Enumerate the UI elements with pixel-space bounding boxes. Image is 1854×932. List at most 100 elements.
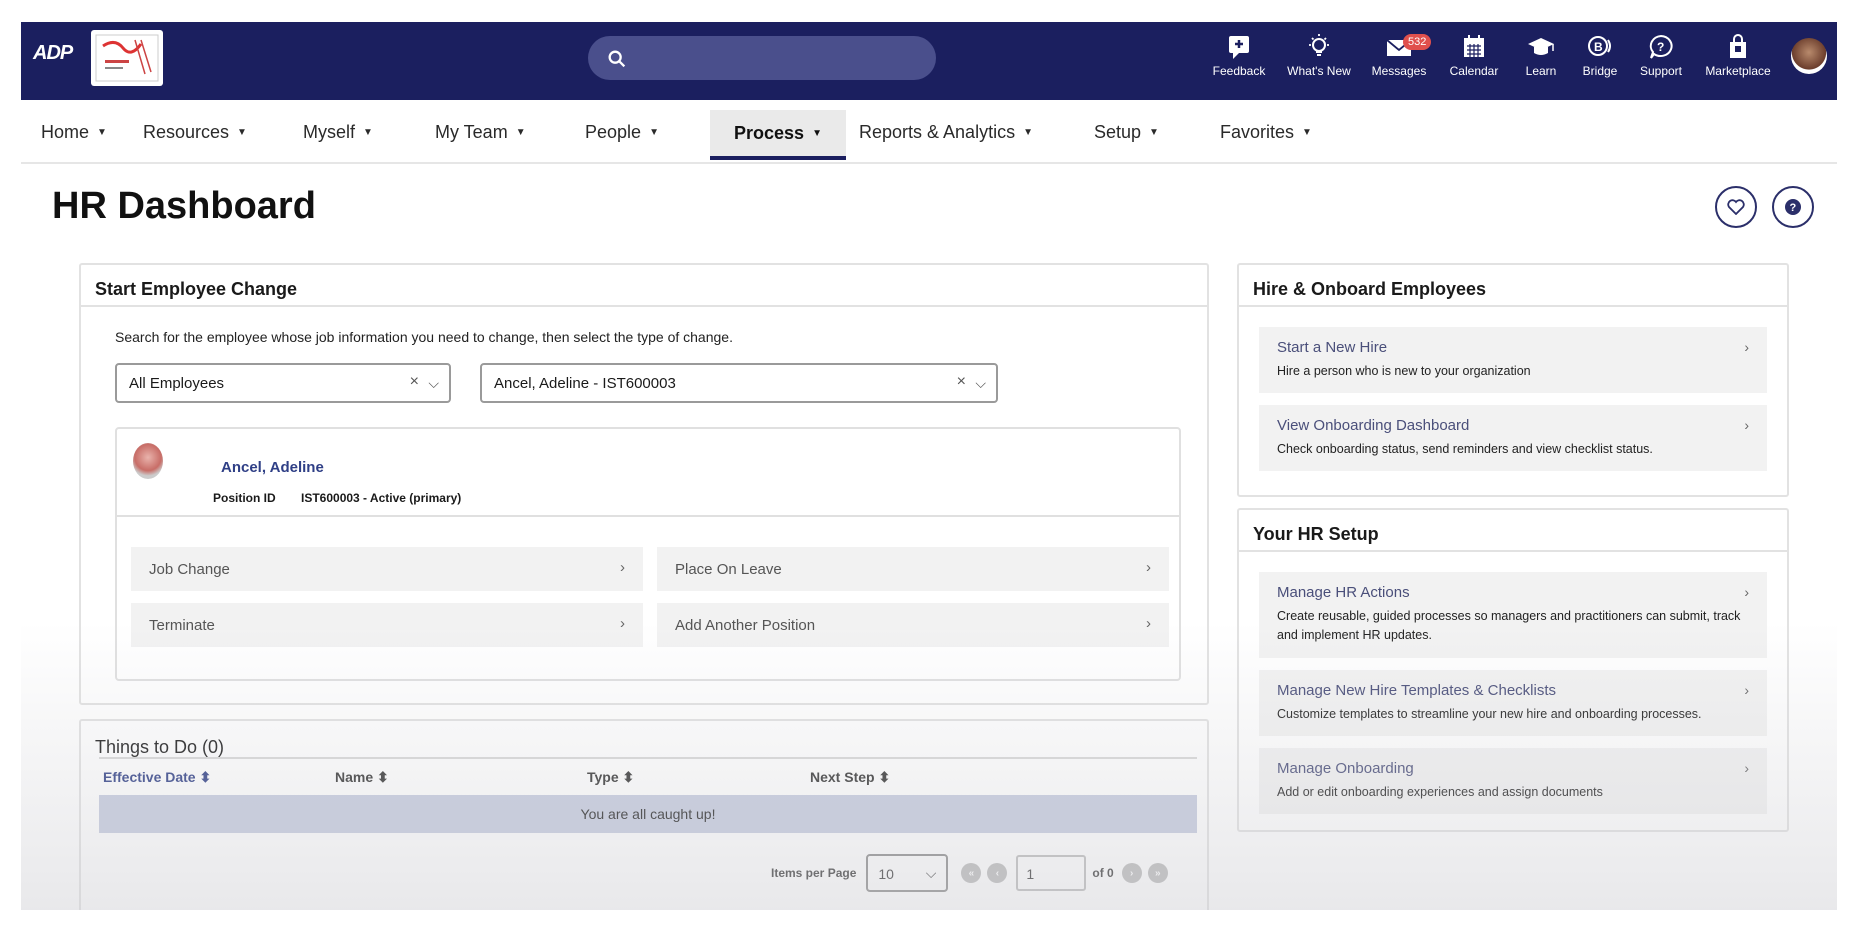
nav-resources-label: Resources: [143, 121, 230, 142]
divider: [117, 515, 1179, 517]
chevron-right-icon: ›: [1744, 339, 1749, 355]
things-to-do-title: Things to Do (0): [95, 737, 225, 757]
help-bubble-icon: ?: [1649, 34, 1673, 59]
favorite-button[interactable]: [1715, 186, 1757, 228]
nav-home[interactable]: Home ▼: [41, 100, 107, 164]
app-frame: ADP Feedback What's New 532 Messages Cal…: [21, 22, 1837, 910]
clear-icon[interactable]: ×: [410, 373, 419, 391]
hr-setup-title: Your HR Setup: [1239, 510, 1787, 552]
col-effective-date[interactable]: Effective Date ⬍: [103, 769, 211, 786]
place-on-leave-label: Place On Leave: [675, 561, 782, 578]
caret-down-icon: ▼: [812, 127, 822, 139]
chevron-right-icon: ›: [1744, 584, 1749, 600]
manage-onboarding-link[interactable]: Manage Onboarding Add or edit onboarding…: [1259, 748, 1767, 814]
employee-name-link[interactable]: Ancel, Adeline: [221, 459, 324, 476]
place-on-leave-button[interactable]: Place On Leave ›: [657, 547, 1169, 591]
pagination: Items per Page 10 ⌵ « ‹ 1 of 0 › »: [771, 854, 1171, 892]
learn-button[interactable]: Learn: [1511, 28, 1571, 94]
first-page-icon[interactable]: «: [961, 863, 982, 883]
messages-badge: 532: [1403, 34, 1432, 50]
nav-process[interactable]: Process ▼: [710, 110, 846, 160]
main-nav: Home ▼ Resources ▼ Myself ▼ My Team ▼ People…: [21, 100, 1837, 164]
nav-myself-label: Myself: [303, 121, 356, 142]
add-another-position-label: Add Another Position: [675, 617, 816, 634]
support-label: Support: [1639, 64, 1683, 78]
items-per-page-select[interactable]: 10 ⌵: [866, 854, 949, 892]
calendar-button[interactable]: Calendar: [1437, 28, 1511, 94]
support-button[interactable]: ? Support: [1629, 28, 1693, 94]
job-change-button[interactable]: Job Change ›: [131, 547, 643, 591]
manage-new-hire-templates-link[interactable]: Manage New Hire Templates & Checklists C…: [1259, 670, 1767, 736]
add-another-position-button[interactable]: Add Another Position ›: [657, 603, 1169, 647]
whats-new-button[interactable]: What's New: [1277, 28, 1361, 94]
shopping-bag-icon: [1730, 34, 1746, 58]
chevron-down-icon: ⌵: [975, 375, 986, 391]
onboarding-dashboard-desc: Check onboarding status, send reminders …: [1277, 442, 1653, 456]
hire-onboard-title: Hire & Onboard Employees: [1239, 265, 1787, 307]
manage-hr-actions-link[interactable]: Manage HR Actions Create reusable, guide…: [1259, 572, 1767, 658]
caret-down-icon: ▼: [1302, 126, 1312, 138]
employee-filter-select[interactable]: All Employees × ⌵: [115, 363, 451, 403]
col-next-step[interactable]: Next Step ⬍: [810, 769, 890, 786]
terminate-button[interactable]: Terminate ›: [131, 603, 643, 647]
caret-down-icon: ▼: [97, 126, 107, 138]
clear-icon[interactable]: ×: [957, 373, 966, 391]
nav-my-team[interactable]: My Team ▼: [435, 100, 526, 164]
empty-state-row: You are all caught up!: [99, 795, 1197, 833]
col-type[interactable]: Type ⬍: [587, 769, 634, 786]
search-input[interactable]: [588, 36, 936, 80]
last-page-icon[interactable]: »: [1147, 863, 1168, 883]
manage-hr-actions-title: Manage HR Actions: [1277, 584, 1410, 601]
nav-myself[interactable]: Myself ▼: [303, 100, 373, 164]
employee-select-value: Ancel, Adeline - IST600003: [494, 375, 676, 392]
start-new-hire-link[interactable]: Start a New Hire Hire a person who is ne…: [1259, 327, 1767, 393]
items-per-page-value: 10: [878, 866, 894, 882]
marketplace-button[interactable]: Marketplace: [1693, 28, 1783, 94]
position-id-label: Position ID: [213, 491, 276, 505]
help-button[interactable]: ?: [1772, 186, 1814, 228]
chevron-right-icon: ›: [1744, 417, 1749, 433]
nav-reports-label: Reports & Analytics: [859, 121, 1016, 142]
page-of-label: of 0: [1092, 866, 1114, 880]
nav-people[interactable]: People ▼: [585, 100, 659, 164]
manage-onboarding-title: Manage Onboarding: [1277, 760, 1414, 777]
chevron-right-icon: ›: [1146, 559, 1151, 576]
nav-reports-analytics[interactable]: Reports & Analytics ▼: [859, 100, 1033, 164]
nav-people-label: People: [585, 121, 642, 142]
employee-change-card: Start Employee Change Search for the emp…: [79, 263, 1209, 705]
onboarding-dashboard-title: View Onboarding Dashboard: [1277, 417, 1470, 434]
start-new-hire-title: Start a New Hire: [1277, 339, 1388, 356]
bridge-label: Bridge: [1582, 64, 1618, 78]
onboarding-dashboard-link[interactable]: View Onboarding Dashboard Check onboardi…: [1259, 405, 1767, 471]
nav-setup-label: Setup: [1094, 121, 1142, 142]
top-bar-actions: Feedback What's New 532 Messages Calenda…: [1201, 28, 1783, 94]
feedback-icon: [1229, 36, 1249, 59]
page-number-input[interactable]: 1: [1016, 855, 1087, 891]
manage-hr-actions-desc: Create reusable, guided processes so man…: [1277, 609, 1741, 642]
company-logo: [91, 30, 163, 86]
chevron-down-icon: ⌵: [428, 375, 439, 391]
next-page-icon[interactable]: ›: [1121, 863, 1142, 883]
bridge-button[interactable]: B Bridge: [1571, 28, 1629, 94]
chevron-right-icon: ›: [620, 559, 625, 576]
employee-select[interactable]: Ancel, Adeline - IST600003 × ⌵: [480, 363, 998, 403]
caret-down-icon: ▼: [1149, 126, 1159, 138]
caret-down-icon: ▼: [515, 126, 526, 138]
nav-resources[interactable]: Resources ▼: [143, 100, 247, 164]
feedback-button[interactable]: Feedback: [1201, 28, 1277, 94]
col-name[interactable]: Name ⬍: [335, 769, 389, 786]
nav-process-label: Process: [734, 122, 805, 143]
prev-page-icon[interactable]: ‹: [987, 863, 1008, 883]
svg-text:?: ?: [1790, 202, 1797, 214]
messages-button[interactable]: 532 Messages: [1361, 28, 1437, 94]
user-avatar[interactable]: [1791, 38, 1827, 74]
adp-logo[interactable]: ADP: [33, 42, 75, 72]
whats-new-label: What's New: [1287, 64, 1351, 78]
nav-setup[interactable]: Setup ▼: [1094, 100, 1159, 164]
things-to-do-card: Things to Do (0) Effective Date ⬍ Name ⬍…: [79, 719, 1209, 910]
nav-favorites[interactable]: Favorites ▼: [1220, 100, 1312, 164]
chevron-right-icon: ›: [1146, 615, 1151, 632]
manage-new-hire-templates-title: Manage New Hire Templates & Checklists: [1277, 682, 1557, 699]
employee-change-hint: Search for the employee whose job inform…: [115, 329, 733, 345]
help-icon: ?: [1785, 199, 1801, 215]
